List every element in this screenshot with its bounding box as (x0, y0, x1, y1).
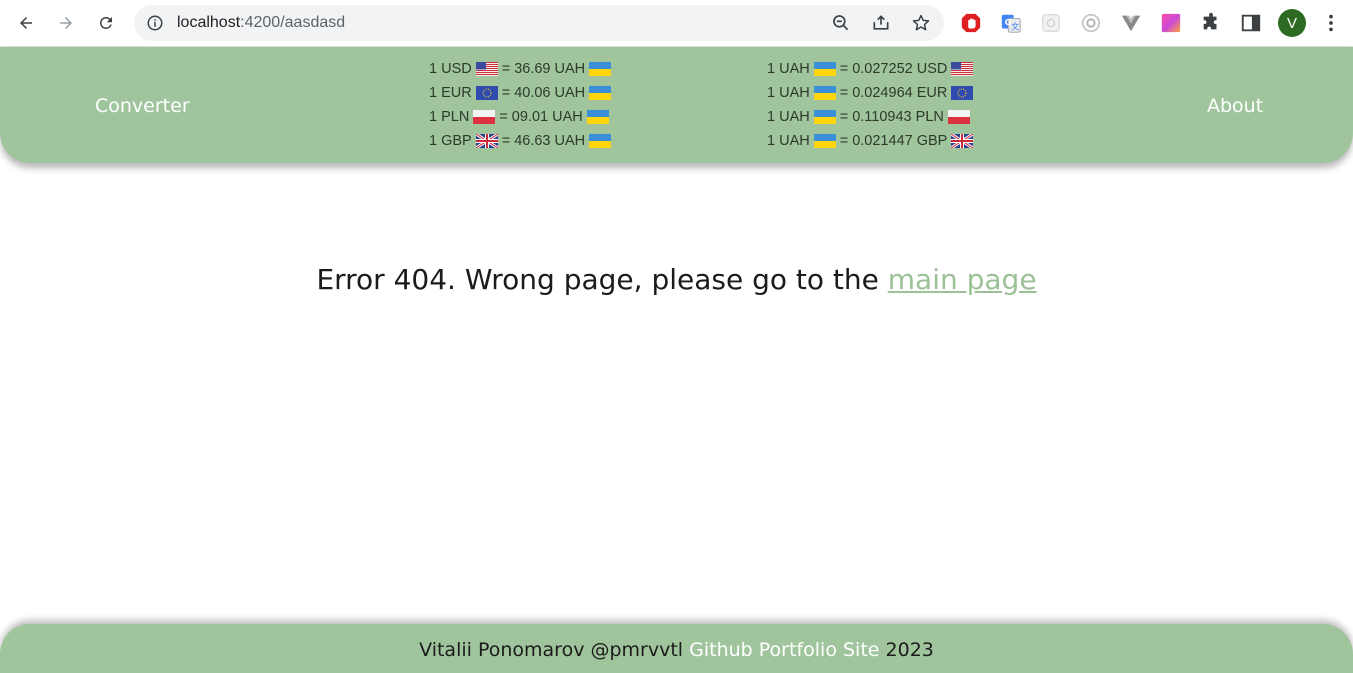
url-path: :4200/aasdasd (240, 14, 346, 31)
rate-value: = 0.110943 PLN (839, 109, 944, 125)
ukraine-flag-icon (813, 134, 836, 148)
rate-amount: 1 UAH (767, 61, 810, 77)
nav-about-link[interactable]: About (1207, 94, 1263, 118)
footer-text: Vitalii Ponomarov @pmrvvtl Github Portfo… (0, 638, 1353, 662)
zoom-out-icon[interactable] (831, 13, 851, 33)
rate-amount: 1 UAH (767, 85, 810, 101)
site-header: Converter 1 USD = 36.69 UAH 1 EUR = 40.06 U… (0, 47, 1353, 163)
error-text: Error 404. Wrong page, please go to the (316, 263, 888, 296)
ukraine-flag-icon (589, 134, 612, 148)
ukraine-flag-icon (586, 110, 609, 124)
browser-toolbar: localhost:4200/aasdasd G文 V (0, 0, 1353, 47)
ukraine-flag-icon (589, 62, 612, 76)
footer-author: Vitalii Ponomarov @pmrvvtl (419, 639, 690, 661)
eu-flag-icon (475, 86, 498, 100)
uk-flag-icon (951, 134, 974, 148)
bookmark-star-icon[interactable] (911, 13, 931, 33)
rate-value: = 36.69 UAH (501, 61, 586, 77)
address-bar[interactable]: localhost:4200/aasdasd (134, 5, 944, 41)
profile-avatar[interactable]: V (1278, 9, 1306, 37)
ukraine-flag-icon (813, 62, 836, 76)
extension-icon[interactable] (1040, 12, 1062, 34)
svg-text:文: 文 (1011, 21, 1019, 31)
uk-flag-icon (475, 134, 498, 148)
ukraine-flag-icon (813, 86, 836, 100)
rate-value: = 46.63 UAH (501, 133, 586, 149)
rate-amount: 1 UAH (767, 109, 810, 125)
color-extension-icon[interactable] (1160, 12, 1182, 34)
rates-to-uah: 1 USD = 36.69 UAH 1 EUR = 40.06 UAH 1 PLN = 0… (429, 57, 615, 153)
rate-value: = 0.027252 USD (839, 61, 948, 77)
error-message: Error 404. Wrong page, please go to the … (0, 262, 1353, 298)
rate-row: 1 UAH = 0.024964 EUR (767, 81, 977, 105)
main-page-link[interactable]: main page (888, 263, 1037, 296)
rate-amount: 1 USD (429, 61, 472, 77)
rate-value: = 09.01 UAH (499, 109, 583, 125)
rate-row: 1 UAH = 0.021447 GBP (767, 129, 977, 153)
rate-value: = 0.021447 GBP (839, 133, 948, 149)
footer-portfolio-link[interactable]: Portfolio Site (759, 639, 880, 661)
rate-row: 1 PLN = 09.01 UAH (429, 105, 615, 129)
footer-github-link[interactable]: Github (689, 639, 753, 661)
rate-row: 1 USD = 36.69 UAH (429, 57, 615, 81)
adblock-extension-icon[interactable] (960, 12, 982, 34)
poland-flag-icon (947, 110, 970, 124)
reload-icon[interactable] (91, 8, 121, 38)
extension-icon[interactable] (1080, 12, 1102, 34)
site-footer: Vitalii Ponomarov @pmrvvtl Github Portfo… (0, 624, 1353, 673)
rates-from-uah: 1 UAH = 0.027252 USD 1 UAH = 0.024964 EUR 1 … (767, 57, 977, 153)
rate-value: = 40.06 UAH (501, 85, 586, 101)
eu-flag-icon (951, 86, 974, 100)
info-icon[interactable] (146, 14, 164, 32)
puzzle-extensions-icon[interactable] (1200, 12, 1222, 34)
vue-devtools-extension-icon[interactable] (1120, 12, 1142, 34)
forward-icon[interactable] (51, 8, 81, 38)
usa-flag-icon (475, 62, 498, 76)
rate-amount: 1 PLN (429, 109, 470, 125)
usa-flag-icon (951, 62, 974, 76)
url-host: localhost (177, 14, 241, 31)
ukraine-flag-icon (813, 110, 836, 124)
rate-amount: 1 GBP (429, 133, 472, 149)
poland-flag-icon (473, 110, 496, 124)
url-text[interactable]: localhost:4200/aasdasd (177, 13, 345, 33)
rate-amount: 1 UAH (767, 133, 810, 149)
ukraine-flag-icon (589, 86, 612, 100)
rate-row: 1 UAH = 0.027252 USD (767, 57, 977, 81)
rate-row: 1 EUR = 40.06 UAH (429, 81, 615, 105)
side-panel-icon[interactable] (1240, 12, 1262, 34)
rate-amount: 1 EUR (429, 85, 472, 101)
rate-row: 1 GBP = 46.63 UAH (429, 129, 615, 153)
share-icon[interactable] (871, 13, 891, 33)
more-menu-icon[interactable] (1320, 12, 1342, 34)
translate-extension-icon[interactable]: G文 (1000, 12, 1022, 34)
nav-converter-link[interactable]: Converter (95, 94, 190, 118)
back-icon[interactable] (11, 8, 41, 38)
footer-year: 2023 (885, 639, 934, 661)
rate-value: = 0.024964 EUR (839, 85, 948, 101)
rate-row: 1 UAH = 0.110943 PLN (767, 105, 977, 129)
